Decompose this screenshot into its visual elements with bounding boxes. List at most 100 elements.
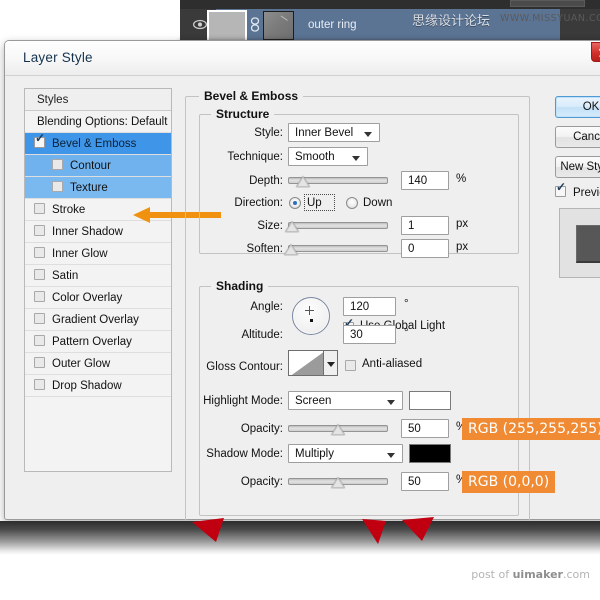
slider-knob[interactable] — [296, 176, 310, 187]
sidebar-item-inner-shadow[interactable]: Inner Shadow — [25, 221, 171, 243]
depth-value-input[interactable]: 140 — [401, 171, 449, 190]
checkbox-icon[interactable] — [34, 379, 45, 390]
shadow-opacity-input[interactable]: 50 — [401, 472, 449, 491]
highlight-opacity-input[interactable]: 50 — [401, 419, 449, 438]
gloss-contour-dropdown[interactable] — [324, 350, 338, 376]
angle-unit: ° — [404, 298, 409, 310]
sidebar-item-label: Color Overlay — [52, 292, 122, 304]
shadow-mode-select[interactable]: Multiply — [288, 444, 403, 463]
size-unit: px — [456, 218, 468, 230]
sidebar-item-gradient-overlay[interactable]: Gradient Overlay — [25, 309, 171, 331]
layer-mask-thumbnail[interactable] — [263, 11, 294, 40]
slider-knob[interactable] — [331, 424, 345, 435]
shadow-opacity-slider[interactable] — [288, 478, 388, 485]
sidebar-item-outer-glow[interactable]: Outer Glow — [25, 353, 171, 375]
close-icon[interactable] — [591, 42, 600, 62]
sidebar-item-contour[interactable]: Contour — [25, 155, 171, 177]
section-title-bevel-emboss: Bevel & Emboss — [199, 89, 303, 103]
slider-knob[interactable] — [284, 244, 298, 255]
checkbox-icon[interactable] — [34, 357, 45, 368]
sidebar-item-label: Bevel & Emboss — [52, 138, 136, 150]
anti-aliased-checkbox[interactable] — [345, 360, 356, 371]
sidebar-item-stroke[interactable]: Stroke — [25, 199, 171, 221]
depth-slider[interactable] — [288, 177, 388, 184]
layer-style-dialog: Layer Style Styles Blending Options: Def… — [4, 40, 600, 520]
sidebar-item-drop-shadow[interactable]: Drop Shadow — [25, 375, 171, 397]
checkbox-icon[interactable] — [34, 313, 45, 324]
checkbox-icon[interactable] — [52, 159, 63, 170]
soften-label: Soften: — [205, 243, 283, 255]
background-fade — [0, 521, 600, 555]
page-watermark: post of uimaker.com — [471, 568, 590, 581]
chevron-down-icon — [327, 362, 335, 367]
highlight-color-swatch[interactable] — [409, 391, 451, 410]
style-label: Style: — [215, 127, 283, 139]
watermark-brand: uimaker — [513, 568, 563, 581]
chevron-down-icon — [352, 156, 360, 161]
sidebar-item-pattern-overlay[interactable]: Pattern Overlay — [25, 331, 171, 353]
screenshot-root: outer ring 思缘设计论坛 WWW.MISSYUAN.COM Layer… — [0, 0, 600, 600]
chevron-down-icon — [387, 453, 395, 458]
ok-button[interactable]: OK — [555, 96, 600, 118]
page-title: Layer Style — [23, 50, 93, 65]
highlight-mode-label: Highlight Mode: — [180, 395, 283, 407]
checkbox-icon[interactable] — [34, 335, 45, 346]
sidebar-item-label: Gradient Overlay — [52, 314, 139, 326]
style-select[interactable]: Inner Bevel — [288, 123, 380, 142]
highlight-mode-select[interactable]: Screen — [288, 391, 403, 410]
angle-value-input[interactable]: 120 — [343, 297, 396, 316]
dialog-body: Styles Blending Options: Default Bevel &… — [5, 76, 600, 519]
eye-icon[interactable] — [193, 19, 207, 30]
technique-select[interactable]: Smooth — [288, 147, 368, 166]
sidebar-item-inner-glow[interactable]: Inner Glow — [25, 243, 171, 265]
chevron-down-icon — [387, 400, 395, 405]
preview-checkbox-row[interactable]: Preview — [555, 186, 600, 199]
sidebar-item-color-overlay[interactable]: Color Overlay — [25, 287, 171, 309]
checkbox-icon[interactable] — [34, 225, 45, 236]
altitude-unit: ° — [404, 327, 409, 339]
sidebar-item-bevel-and-emboss[interactable]: Bevel & Emboss — [25, 133, 171, 155]
sidebar-item-satin[interactable]: Satin — [25, 265, 171, 287]
direction-down-radio[interactable] — [346, 197, 358, 209]
highlight-opacity-slider[interactable] — [288, 425, 388, 432]
checkbox-icon[interactable] — [34, 137, 45, 148]
gloss-contour-preview[interactable] — [288, 350, 324, 376]
sidebar-item-label: Stroke — [52, 204, 85, 216]
styles-list-empty-area — [25, 397, 171, 471]
angle-dial[interactable] — [292, 297, 330, 335]
page-bottom-area: post of uimaker.com — [0, 521, 600, 600]
slider-knob[interactable] — [285, 221, 299, 232]
cancel-button[interactable]: Cancel — [555, 126, 600, 148]
size-value-input[interactable]: 1 — [401, 216, 449, 235]
altitude-label: Altitude: — [205, 329, 283, 341]
chevron-down-icon — [364, 132, 372, 137]
shadow-color-swatch[interactable] — [409, 444, 451, 463]
checkbox-icon[interactable] — [52, 181, 63, 192]
preview-label: Preview — [573, 187, 600, 199]
checkbox-icon[interactable] — [34, 247, 45, 258]
dialog-titlebar[interactable]: Layer Style — [5, 41, 600, 76]
soften-value-input[interactable]: 0 — [401, 239, 449, 258]
watermark-url: WWW.MISSYUAN.COM — [500, 13, 600, 24]
shadow-opacity-label: Opacity: — [205, 476, 283, 488]
soften-slider[interactable] — [288, 245, 388, 252]
soften-unit: px — [456, 241, 468, 253]
altitude-value-input[interactable]: 30 — [343, 325, 396, 344]
layer-thumbnail[interactable] — [208, 11, 246, 42]
direction-up-radio[interactable] — [289, 197, 301, 209]
checkbox-icon[interactable] — [555, 186, 566, 197]
callout-highlight-rgb: RGB (255,255,255) — [462, 418, 600, 440]
red-annotation-arrow-2 — [358, 516, 388, 542]
slider-knob[interactable] — [331, 477, 345, 488]
checkbox-icon[interactable] — [34, 203, 45, 214]
sidebar-item-blending-options[interactable]: Blending Options: Default — [25, 111, 171, 133]
link-icon[interactable] — [250, 17, 260, 32]
checkbox-icon[interactable] — [34, 269, 45, 280]
sidebar-item-texture[interactable]: Texture — [25, 177, 171, 199]
sidebar-item-label: Blending Options: Default — [37, 116, 167, 128]
new-style-button[interactable]: New Style... — [555, 156, 600, 178]
size-slider[interactable] — [288, 222, 388, 229]
sidebar-item-label: Pattern Overlay — [52, 336, 132, 348]
preview-shape — [576, 225, 600, 263]
checkbox-icon[interactable] — [34, 291, 45, 302]
